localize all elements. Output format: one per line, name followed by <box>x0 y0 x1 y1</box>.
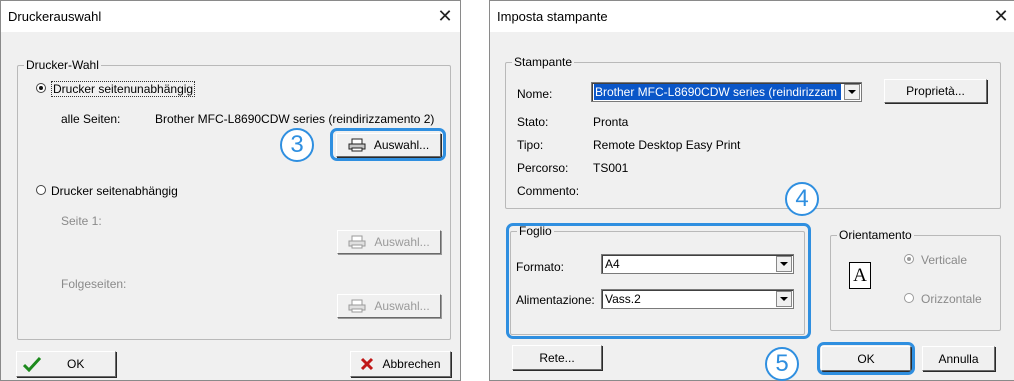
status-label: Stato: <box>517 115 549 129</box>
close-icon[interactable]: ✕ <box>990 5 1012 27</box>
status-value: Pronta <box>593 115 629 129</box>
group-title: Foglio <box>517 224 554 238</box>
following-pages-label: Folgeseiten: <box>61 277 127 291</box>
step-3-badge: 3 <box>280 128 314 162</box>
portrait-page-icon: A <box>849 262 871 289</box>
network-button-label: Rete... <box>539 350 575 365</box>
path-value: TS001 <box>593 161 629 175</box>
cancel-button[interactable]: Annulla <box>922 346 995 371</box>
printer-name-value: Brother MFC-L8690CDW series (reindirizza… <box>155 112 435 126</box>
paper-group: Foglio <box>510 224 805 335</box>
page-1-select-button-label: Auswahl... <box>374 235 430 249</box>
title-bar: Imposta stampante ✕ <box>490 1 1014 32</box>
group-title: Drucker-Wahl <box>24 58 101 72</box>
network-button[interactable]: Rete... <box>512 345 602 370</box>
printer-name-select[interactable]: Brother MFC-L8690CDW series (reindirizza… <box>591 82 862 102</box>
group-title: Stampante <box>512 55 575 69</box>
feed-value: Vass.2 <box>605 292 641 306</box>
radio-portrait[interactable] <box>904 254 914 264</box>
cancel-button-label: Annulla <box>938 351 979 366</box>
path-label: Percorso: <box>517 161 569 175</box>
chevron-down-icon[interactable] <box>776 256 792 272</box>
properties-button-label: Proprietà... <box>906 84 965 98</box>
checkmark-icon <box>23 356 41 372</box>
radio-landscape[interactable] <box>904 293 914 303</box>
printer-icon <box>348 299 366 313</box>
type-value: Remote Desktop Easy Print <box>593 138 741 152</box>
step-5-badge: 5 <box>765 347 799 381</box>
radio-page-independent-label[interactable]: Drucker seitenunabhängig <box>51 81 196 97</box>
cancel-button-label: Abbrechen <box>382 357 441 371</box>
dialog-title: Imposta stampante <box>497 9 608 24</box>
cross-icon <box>361 357 374 371</box>
radio-page-dependent[interactable] <box>36 185 46 195</box>
close-icon[interactable]: ✕ <box>434 5 456 27</box>
following-pages-select-button[interactable]: Auswahl... <box>337 294 441 318</box>
following-pages-select-button-label: Auswahl... <box>374 299 430 313</box>
ok-button-label: OK <box>857 351 875 366</box>
type-label: Tipo: <box>517 138 544 152</box>
page-letter-a: A <box>853 265 867 286</box>
format-label: Formato: <box>516 260 565 274</box>
printer-name-value: Brother MFC-L8690CDW series (reindirizza… <box>594 84 841 100</box>
feed-select[interactable]: Vass.2 <box>601 289 794 309</box>
ok-button[interactable]: OK <box>821 346 911 371</box>
radio-page-dependent-label[interactable]: Drucker seitenabhängig <box>51 184 178 198</box>
radio-portrait-label[interactable]: Verticale <box>921 253 967 267</box>
chevron-down-icon[interactable] <box>776 291 792 307</box>
radio-landscape-label[interactable]: Orizzontale <box>921 292 982 306</box>
select-printer-button-label: Auswahl... <box>373 138 430 152</box>
all-pages-label: alle Seiten: <box>61 112 121 126</box>
group-title: Orientamento <box>837 228 914 242</box>
format-value: A4 <box>605 257 620 271</box>
comment-label: Commento: <box>517 184 580 198</box>
chevron-down-icon[interactable] <box>844 84 860 100</box>
print-setup-dialog: Imposta stampante ✕ Stampante Nome: Brot… <box>489 0 1014 381</box>
properties-button[interactable]: Proprietà... <box>884 79 987 103</box>
ok-button[interactable]: OK <box>16 351 116 377</box>
ok-button-label: OK <box>67 357 85 371</box>
page-1-select-button[interactable]: Auswahl... <box>337 230 441 254</box>
step-4-badge: 4 <box>785 182 819 216</box>
format-select[interactable]: A4 <box>601 254 794 274</box>
feed-label: Alimentazione: <box>516 293 595 307</box>
printer-icon <box>348 235 366 249</box>
dialog-title: Druckerauswahl <box>8 9 102 24</box>
printer-selection-dialog: Druckerauswahl ✕ Drucker-Wahl Drucker se… <box>0 0 461 381</box>
name-label: Nome: <box>517 87 553 101</box>
cancel-button[interactable]: Abbrechen <box>350 351 451 377</box>
page-1-label: Seite 1: <box>61 214 102 228</box>
title-bar: Druckerauswahl ✕ <box>1 1 460 32</box>
radio-page-independent[interactable] <box>36 83 46 93</box>
printer-icon <box>348 138 366 152</box>
select-printer-button[interactable]: Auswahl... <box>336 133 441 157</box>
